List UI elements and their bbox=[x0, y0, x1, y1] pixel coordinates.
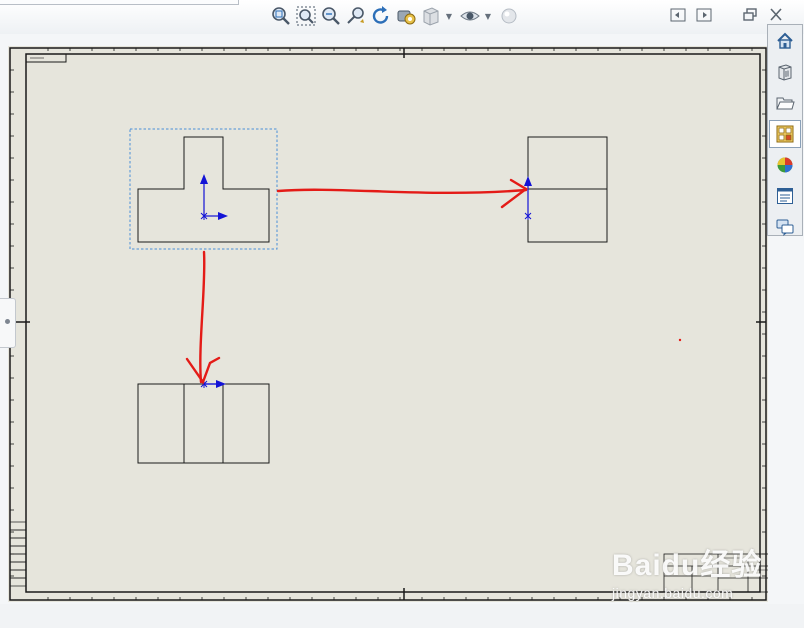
view-palette-icon[interactable] bbox=[769, 120, 801, 148]
document-tab-strip bbox=[0, 0, 239, 5]
top-view-outline bbox=[137, 383, 270, 464]
close-icon[interactable] bbox=[766, 6, 786, 24]
scene-sphere-icon[interactable] bbox=[498, 5, 520, 27]
sheet-outer-frame bbox=[9, 47, 767, 601]
custom-properties-icon[interactable] bbox=[769, 182, 801, 210]
zoom-area-icon[interactable] bbox=[295, 5, 317, 27]
display-style-dropdown[interactable]: ▼ bbox=[445, 12, 453, 21]
revision-table bbox=[9, 521, 27, 587]
drawing-canvas[interactable] bbox=[8, 46, 768, 602]
tile-left-icon[interactable] bbox=[668, 6, 688, 24]
zone-border-ticks bbox=[10, 48, 766, 600]
heads-up-toolbar-area: ▼ ▼ bbox=[0, 0, 804, 34]
folder-icon[interactable] bbox=[769, 89, 801, 117]
side-view[interactable] bbox=[524, 136, 608, 243]
design-library-icon[interactable] bbox=[769, 58, 801, 86]
display-style-icon[interactable] bbox=[420, 5, 442, 27]
sheet-center-marks bbox=[10, 48, 766, 600]
window-controls bbox=[662, 6, 786, 24]
tile-right-icon[interactable] bbox=[694, 6, 714, 24]
front-view[interactable] bbox=[129, 128, 278, 250]
zoom-in-out-icon[interactable] bbox=[320, 5, 342, 27]
origin-axes-icon bbox=[200, 174, 228, 220]
zoom-to-fit-icon[interactable] bbox=[270, 5, 292, 27]
top-view[interactable] bbox=[137, 380, 270, 464]
restore-icon[interactable] bbox=[740, 6, 760, 24]
hide-show-dropdown[interactable]: ▼ bbox=[484, 12, 492, 21]
appearances-icon[interactable] bbox=[769, 151, 801, 179]
rotate-view-icon[interactable] bbox=[370, 5, 392, 27]
top-left-label-box bbox=[25, 53, 67, 63]
feature-manager-flyout-handle[interactable] bbox=[0, 298, 16, 348]
eye-icon[interactable] bbox=[459, 5, 481, 27]
arrow-front-to-side bbox=[276, 178, 529, 209]
watermark-logo: Baidu经验 bbox=[612, 549, 763, 582]
home-icon[interactable] bbox=[769, 27, 801, 55]
arrow-front-to-top bbox=[185, 250, 221, 385]
watermark: Baidu经验 jingyan.baidu.com bbox=[612, 548, 782, 614]
heads-up-view-toolbar: ▼ ▼ bbox=[270, 4, 523, 28]
pan-icon[interactable] bbox=[395, 5, 417, 27]
origin-axes-icon bbox=[200, 380, 226, 388]
zoom-selection-icon[interactable] bbox=[345, 5, 367, 27]
stray-mark bbox=[678, 338, 682, 342]
watermark-url: jingyan.baidu.com bbox=[612, 585, 734, 601]
task-pane-tabs bbox=[767, 24, 803, 236]
handle-grip-icon bbox=[5, 319, 10, 324]
origin-axes-icon bbox=[524, 176, 532, 220]
drawing-sheet[interactable] bbox=[8, 46, 768, 602]
forum-icon[interactable] bbox=[769, 213, 801, 241]
